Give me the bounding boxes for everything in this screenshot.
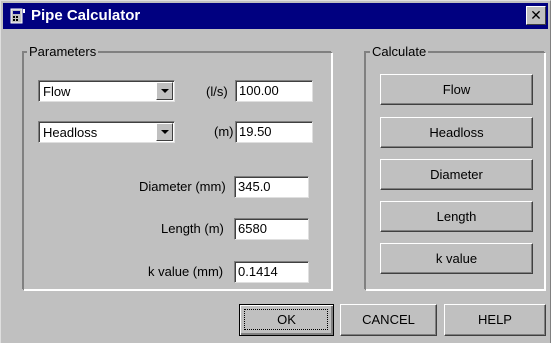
ok-button-label: OK bbox=[277, 312, 296, 327]
ok-button[interactable]: OK bbox=[239, 304, 334, 336]
calculate-diameter-button[interactable]: Diameter bbox=[380, 159, 533, 190]
calculate-length-button[interactable]: Length bbox=[380, 201, 533, 232]
parameter-2-unit: (m) bbox=[214, 124, 234, 139]
parameter-select-2[interactable]: Headloss bbox=[38, 121, 175, 143]
kvalue-label: k value (mm) bbox=[148, 264, 224, 279]
parameter-2-input[interactable]: 19.50 bbox=[235, 121, 313, 143]
kvalue-input[interactable]: 0.1414 bbox=[234, 261, 309, 283]
parameter-1-unit: (l/s) bbox=[206, 84, 228, 99]
chevron-down-icon[interactable] bbox=[156, 123, 173, 141]
length-input[interactable]: 6580 bbox=[234, 218, 309, 240]
calculate-headloss-button[interactable]: Headloss bbox=[380, 117, 533, 148]
title-bar[interactable]: Pipe Calculator ✕ bbox=[3, 3, 548, 29]
calculate-kvalue-button[interactable]: k value bbox=[380, 243, 533, 274]
cancel-button[interactable]: CANCEL bbox=[340, 304, 437, 336]
pipe-calculator-window: Pipe Calculator ✕ Parameters Flow (l/s) … bbox=[0, 0, 551, 343]
close-icon: ✕ bbox=[530, 7, 542, 23]
calculate-flow-button[interactable]: Flow bbox=[380, 74, 533, 105]
parameter-select-1[interactable]: Flow bbox=[38, 80, 175, 102]
parameter-1-input[interactable]: 100.00 bbox=[235, 80, 313, 102]
parameter-select-2-value: Headloss bbox=[43, 125, 98, 140]
help-button[interactable]: HELP bbox=[444, 304, 546, 336]
chevron-down-icon[interactable] bbox=[156, 82, 173, 100]
calculator-icon bbox=[10, 8, 25, 24]
length-label: Length (m) bbox=[161, 221, 224, 236]
diameter-input[interactable]: 345.0 bbox=[234, 176, 309, 198]
close-button[interactable]: ✕ bbox=[526, 6, 546, 25]
calculate-group-label: Calculate bbox=[370, 44, 429, 59]
parameters-group-label: Parameters bbox=[27, 44, 99, 59]
diameter-label: Diameter (mm) bbox=[139, 179, 226, 194]
window-title: Pipe Calculator bbox=[31, 7, 141, 24]
parameter-select-1-value: Flow bbox=[43, 84, 71, 99]
